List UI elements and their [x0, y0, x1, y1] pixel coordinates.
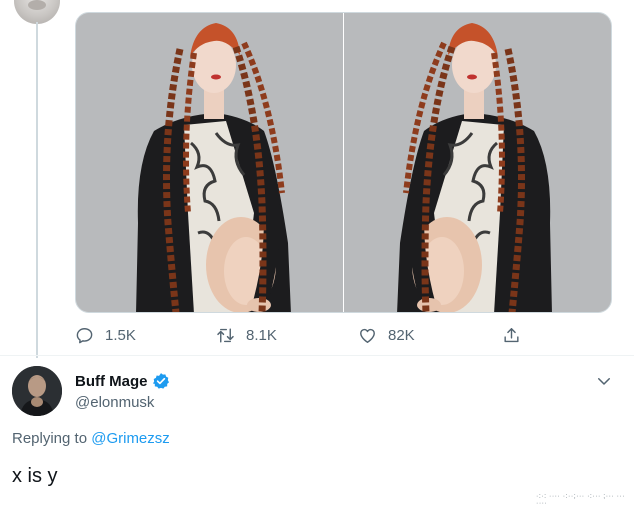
author-name-row: Buff Mage: [75, 372, 170, 390]
display-name[interactable]: Buff Mage: [75, 373, 148, 390]
tweet-text: x is y: [12, 465, 58, 487]
tweet-action-bar: 1.5K 8.1K 82K: [75, 322, 612, 348]
watermark: ·:·: ···· ·:··;··· ·:··· ;··· ··· ····: [536, 493, 626, 506]
reply-icon: [76, 327, 93, 343]
avatar[interactable]: [12, 366, 62, 416]
like-button[interactable]: 82K: [358, 322, 415, 348]
share-button[interactable]: [502, 322, 521, 348]
media-photo-right[interactable]: [344, 13, 611, 312]
avatar-image: [12, 366, 62, 416]
share-icon: [504, 327, 519, 342]
retweet-count: 8.1K: [246, 326, 277, 344]
tweet-media-grid: [75, 12, 612, 313]
photo-illustration: [76, 13, 343, 312]
retweet-icon: [217, 327, 234, 343]
author-handle[interactable]: @elonmusk: [75, 394, 154, 411]
photo-illustration: [344, 13, 611, 312]
tweet-divider: [0, 355, 634, 356]
previous-tweet-avatar[interactable]: [14, 0, 60, 24]
thread-connector: [36, 22, 38, 358]
retweet-button[interactable]: 8.1K: [216, 322, 277, 348]
replying-prefix: Replying to: [12, 430, 92, 447]
replying-to-mention[interactable]: @Grimezsz: [91, 430, 170, 447]
like-icon: [360, 328, 375, 343]
chevron-down-icon[interactable]: [595, 372, 613, 390]
reply-button[interactable]: 1.5K: [75, 322, 136, 348]
verified-badge-icon: [152, 373, 169, 389]
media-photo-left[interactable]: [76, 13, 343, 312]
replying-to-line: Replying to @Grimezsz: [12, 430, 170, 447]
reply-count: 1.5K: [105, 326, 136, 344]
like-count: 82K: [388, 326, 415, 344]
